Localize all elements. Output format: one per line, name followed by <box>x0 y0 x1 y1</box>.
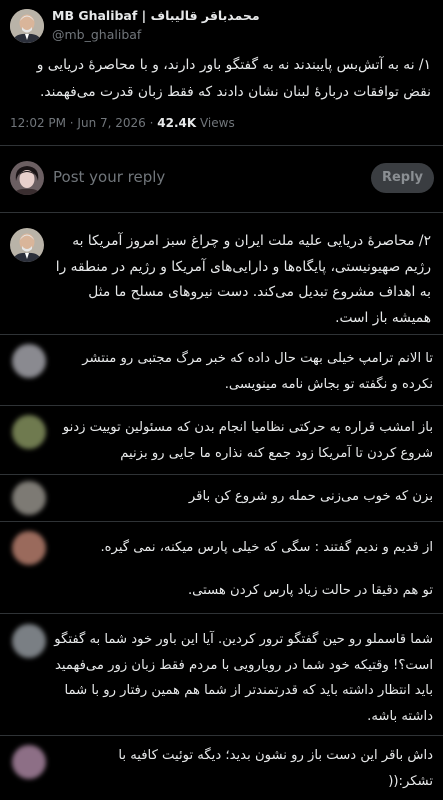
reply-input[interactable]: Post your reply <box>53 168 165 186</box>
divider <box>0 212 443 213</box>
profile-photo-icon <box>10 9 44 43</box>
divider <box>0 145 443 146</box>
reply-avatar[interactable] <box>12 344 46 378</box>
divider <box>0 521 443 522</box>
divider <box>0 613 443 614</box>
thread-tweet-text: ۲/ محاصرهٔ دریایی علیه ملت ایران و چراغ … <box>55 233 431 326</box>
reply-avatar[interactable] <box>12 531 46 565</box>
thread-avatar[interactable] <box>10 228 44 262</box>
divider <box>0 735 443 736</box>
display-name[interactable]: محمدباقر قالیباف | MB Ghalibaf <box>52 8 260 23</box>
user-avatar-icon <box>10 161 44 195</box>
tweet-time[interactable]: 12:02 PM · Jun 7, 2026 · <box>10 116 157 130</box>
views-label: Views <box>196 116 235 130</box>
reply-text: داش باقر این دست باز رو نشون بدید؛ دیگه … <box>118 748 433 789</box>
reply-text: از قدیم و ندیم گفتند : سگی که خیلی پارس … <box>100 540 433 555</box>
reply-text: باز امشب قراره یه حرکتی نظامیا انجام بدن… <box>62 420 433 461</box>
divider <box>0 405 443 406</box>
reply-button[interactable]: Reply <box>371 163 434 193</box>
tweet-meta: 12:02 PM · Jun 7, 2026 · 42.4K Views <box>10 116 235 130</box>
reply-text: شما قاسملو رو حین گفتگو ترور کردین. آیا … <box>54 632 433 724</box>
reply-avatar[interactable] <box>12 745 46 779</box>
views-count: 42.4K <box>157 116 197 130</box>
reply-text: بزن که خوب می‌زنی حمله رو شروع کن باقر <box>188 489 433 504</box>
reply-avatar[interactable] <box>12 481 46 515</box>
reply-text-2: تو هم دقیقا در حالت زیاد پارس کردن هستی. <box>187 583 433 598</box>
divider <box>0 334 443 335</box>
profile-photo-icon <box>10 228 44 262</box>
composer-avatar <box>10 161 44 195</box>
handle[interactable]: @mb_ghalibaf <box>52 27 141 42</box>
divider <box>0 474 443 475</box>
reply-text: تا الانم ترامپ خیلی بهت حال داده که خبر … <box>82 351 433 392</box>
reply-avatar[interactable] <box>12 624 46 658</box>
reply-avatar[interactable] <box>12 415 46 449</box>
profile-avatar[interactable] <box>10 9 44 43</box>
main-tweet-text: ۱/ نه به آتش‌بس پایبندند نه به گفتگو باو… <box>36 57 431 100</box>
